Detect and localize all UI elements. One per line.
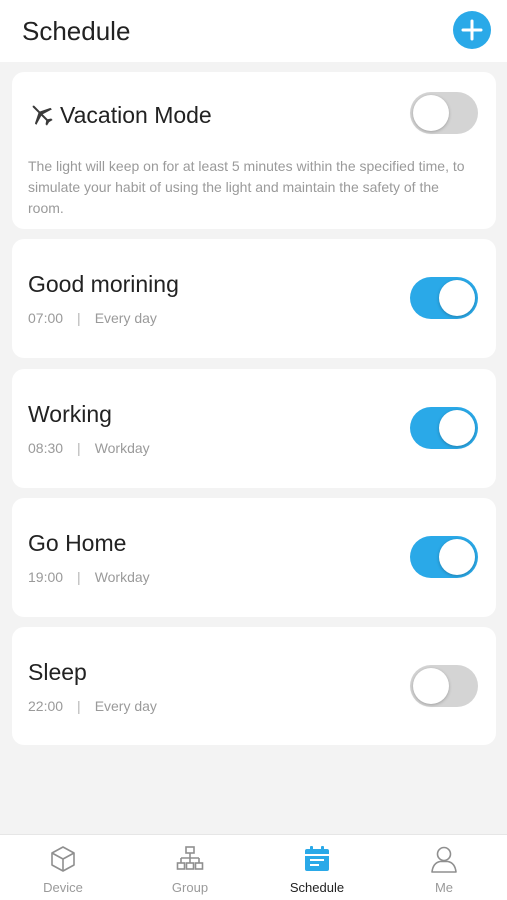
schedule-toggle-sleep[interactable] [410, 665, 478, 707]
nav-item-group[interactable]: Group [127, 835, 253, 900]
vacation-mode-toggle[interactable] [410, 92, 478, 134]
schedule-repeat: Workday [94, 569, 150, 585]
toggle-knob [413, 95, 449, 131]
schedule-name: Go Home [28, 530, 127, 556]
user-icon [431, 846, 457, 873]
vacation-mode-title: Vacation Mode [60, 101, 212, 128]
schedule-toggle-good-morning[interactable] [410, 277, 478, 319]
schedule-time: 19:00 [28, 569, 64, 585]
hierarchy-icon [176, 846, 204, 870]
schedule-meta: 08:30 | Workday [28, 440, 150, 456]
add-schedule-button[interactable] [453, 11, 491, 49]
schedule-meta: 19:00 | Workday [28, 569, 150, 585]
nav-label-device: Device [43, 880, 83, 895]
schedule-repeat: Workday [94, 440, 150, 456]
schedule-separator: | [77, 440, 81, 456]
bottom-nav: Device Group Schedule Me [0, 834, 507, 900]
schedule-name: Sleep [28, 659, 87, 685]
schedule-card-working[interactable]: Working 08:30 | Workday [12, 369, 496, 488]
nav-item-device[interactable]: Device [0, 835, 126, 900]
schedule-separator: | [77, 569, 81, 585]
schedule-time: 07:00 [28, 310, 64, 326]
schedule-repeat: Every day [94, 698, 157, 714]
header: Schedule [0, 0, 507, 62]
schedule-time: 08:30 [28, 440, 64, 456]
vacation-title-row: Vacation Mode [28, 100, 212, 130]
schedule-card-sleep[interactable]: Sleep 22:00 | Every day [12, 627, 496, 745]
schedule-toggle-go-home[interactable] [410, 536, 478, 578]
schedule-repeat: Every day [94, 310, 157, 326]
schedule-meta: 07:00 | Every day [28, 310, 157, 326]
schedule-screen: Schedule Vacation Mode The light will ke… [0, 0, 507, 900]
nav-label-me: Me [434, 880, 454, 895]
vacation-mode-card: Vacation Mode The light will keep on for… [12, 72, 496, 229]
schedule-separator: | [77, 698, 81, 714]
vacation-mode-description: The light will keep on for at least 5 mi… [28, 158, 465, 216]
nav-item-me[interactable]: Me [381, 835, 507, 900]
schedule-card-go-home[interactable]: Go Home 19:00 | Workday [12, 498, 496, 617]
schedule-time: 22:00 [28, 698, 64, 714]
toggle-knob [439, 410, 475, 446]
toggle-knob [439, 539, 475, 575]
nav-item-schedule[interactable]: Schedule [254, 835, 380, 900]
schedule-separator: | [77, 310, 81, 326]
page-title: Schedule [22, 16, 131, 46]
nav-label-schedule: Schedule [289, 880, 345, 895]
calendar-icon [305, 846, 329, 871]
plus-icon [461, 19, 483, 41]
airplane-icon [32, 105, 53, 126]
schedule-toggle-working[interactable] [410, 407, 478, 449]
schedule-card-good-morning[interactable]: Good morining 07:00 | Every day [12, 239, 496, 358]
nav-label-group: Group [171, 880, 209, 895]
cube-icon [51, 846, 75, 872]
toggle-knob [413, 668, 449, 704]
schedule-name: Good morining [28, 271, 179, 297]
toggle-knob [439, 280, 475, 316]
schedule-name: Working [28, 401, 112, 427]
schedule-meta: 22:00 | Every day [28, 698, 157, 714]
